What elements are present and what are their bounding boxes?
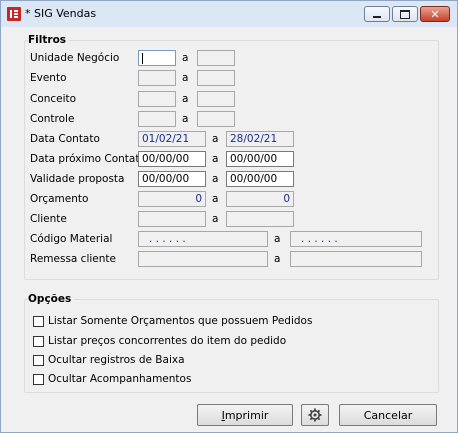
codigo-material-to-input[interactable]: . . . . . . [290,231,422,247]
window-title: * SIG Vendas [25,7,97,20]
gear-icon [308,408,322,422]
listar-somente-orcamentos-checkbox[interactable]: Listar Somente Orçamentos que possuem Pe… [33,315,312,327]
checkbox-box[interactable] [33,354,44,366]
conceito-to-input[interactable] [197,91,235,107]
checkbox-label: Ocultar registros de Baixa [48,354,185,366]
orcamento-from-input[interactable]: 0 [138,191,206,207]
checkbox-label: Listar preços concorrentes do item do pe… [48,335,287,347]
close-button[interactable]: ✕ [420,6,450,22]
controle-from-input[interactable] [138,111,176,127]
ocultar-registros-baixa-checkbox[interactable]: Ocultar registros de Baixa [33,354,185,366]
validade-proposta-from-input[interactable]: 00/00/00 [138,171,206,187]
validade-proposta-to-input[interactable]: 00/00/00 [226,171,294,187]
data-contato-to-input[interactable]: 28/02/21 [226,131,294,147]
listar-precos-concorrentes-checkbox[interactable]: Listar preços concorrentes do item do pe… [33,335,286,347]
controle-range-sep: a [182,113,189,125]
remessa-cliente-from-input[interactable] [138,251,268,267]
conceito-range-sep: a [182,93,189,105]
close-icon: ✕ [430,7,440,21]
imprimir-label: mprimir [224,408,269,422]
remessa-cliente-to-input[interactable] [290,251,422,267]
filtros-legend: Filtros [28,34,70,46]
unidade-negocio-from-input[interactable] [138,50,176,66]
window-client-area: Filtros Unidade Negócio a Evento a Conce… [2,27,456,431]
orcamento-to-input[interactable]: 0 [226,191,294,207]
cliente-from-input[interactable] [138,211,206,227]
orcamento-range-sep: a [212,193,219,205]
data-contato-from-input[interactable]: 01/02/21 [138,131,206,147]
cancelar-button[interactable]: Cancelar [339,404,437,426]
cliente-label: Cliente [30,213,67,225]
codigo-material-label: Código Material [30,233,113,245]
codigo-material-from-input[interactable]: . . . . . . [138,231,268,247]
app-icon[interactable] [7,7,21,21]
sig-vendas-window: * SIG Vendas ✕ Filtros Unidade Negócio a… [0,0,458,433]
opcoes-legend: Opções [28,293,75,305]
title-bar[interactable]: * SIG Vendas ✕ [1,1,457,27]
conceito-from-input[interactable] [138,91,176,107]
controle-label: Controle [30,113,75,125]
conceito-label: Conceito [30,93,77,105]
data-proximo-contato-from-input[interactable]: 00/00/00 [138,151,206,167]
checkbox-box[interactable] [33,373,44,385]
data-contato-range-sep: a [212,133,219,145]
settings-button[interactable] [301,404,329,426]
text-caret [142,53,143,64]
data-contato-label: Data Contato [30,133,100,145]
controle-to-input[interactable] [197,111,235,127]
data-proximo-contato-label: Data próximo Contato [30,153,146,165]
checkbox-box[interactable] [33,315,44,327]
unidade-negocio-range-sep: a [182,52,189,64]
maximize-icon [400,9,410,19]
data-proximo-contato-range-sep: a [212,153,219,165]
checkbox-label: Ocultar Acompanhamentos [48,373,192,385]
data-proximo-contato-to-input[interactable]: 00/00/00 [226,151,294,167]
unidade-negocio-label: Unidade Negócio [30,52,120,64]
imprimir-button[interactable]: Imprimir [197,404,293,426]
orcamento-label: Orçamento [30,193,89,205]
maximize-button[interactable] [392,6,418,22]
ocultar-acompanhamentos-checkbox[interactable]: Ocultar Acompanhamentos [33,373,191,385]
cliente-range-sep: a [212,213,219,225]
unidade-negocio-to-input[interactable] [197,50,235,66]
codigo-material-range-sep: a [274,233,281,245]
evento-to-input[interactable] [197,70,235,86]
cliente-to-input[interactable] [226,211,294,227]
minimize-icon [373,16,381,18]
validade-proposta-label: Validade proposta [30,173,125,185]
validade-proposta-range-sep: a [212,173,219,185]
minimize-button[interactable] [364,6,390,22]
evento-label: Evento [30,72,67,84]
remessa-cliente-range-sep: a [274,253,281,265]
remessa-cliente-label: Remessa cliente [30,253,116,265]
checkbox-label: Listar Somente Orçamentos que possuem Pe… [48,315,313,327]
checkbox-box[interactable] [33,335,44,347]
evento-from-input[interactable] [138,70,176,86]
evento-range-sep: a [182,72,189,84]
